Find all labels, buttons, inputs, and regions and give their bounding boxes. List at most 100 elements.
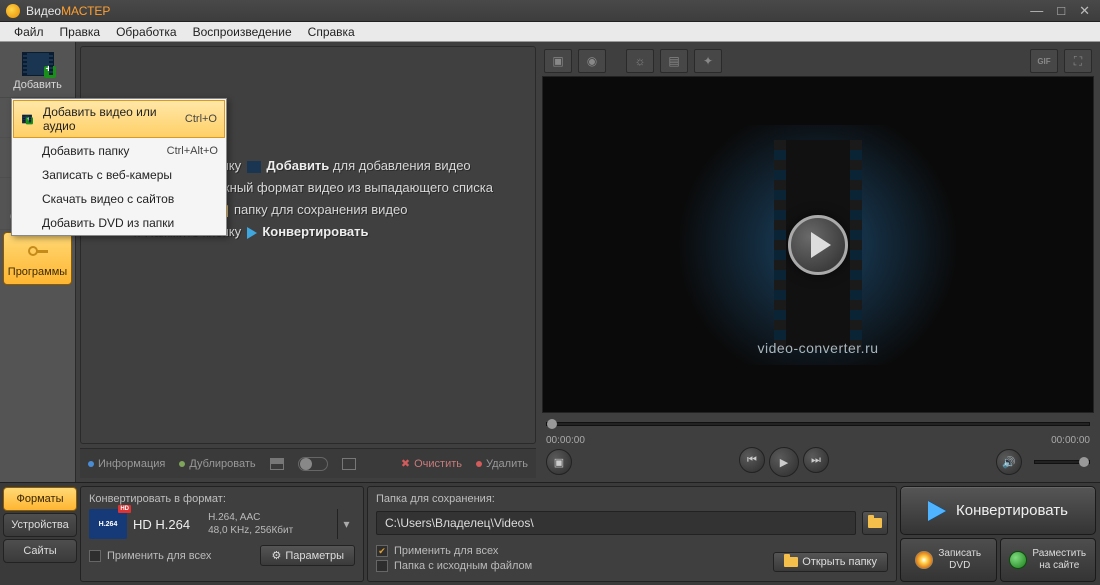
effects-button[interactable]: ▤ <box>660 49 688 73</box>
add-button-label: Добавить <box>13 79 62 91</box>
fullscreen-button[interactable]: ⛶ <box>1064 49 1092 73</box>
tab-devices[interactable]: Устройства <box>3 513 77 537</box>
action-box: Конвертировать ЗаписатьDVD Разместитьна … <box>900 486 1096 582</box>
open-folder-button[interactable]: Открыть папку <box>773 552 888 572</box>
add-button[interactable]: Добавить <box>0 46 75 98</box>
format-box-title: Конвертировать в формат: <box>89 493 355 505</box>
duplicate-icon <box>179 461 185 467</box>
layout-toggle-a[interactable] <box>270 458 284 470</box>
tab-formats[interactable]: Форматы <box>3 487 77 511</box>
menubar: Файл Правка Обработка Воспроизведение Сп… <box>0 22 1100 42</box>
speaker-icon: 🔊 <box>1002 456 1016 469</box>
same-folder-checkbox[interactable]: Папка с исходным файлом <box>376 560 532 572</box>
volume-button[interactable]: 🔊 <box>996 449 1022 475</box>
layout-toggle-c[interactable] <box>342 458 356 470</box>
seek-slider[interactable] <box>546 422 1090 426</box>
tab-sites[interactable]: Сайты <box>3 539 77 563</box>
toggle-icon <box>298 457 328 471</box>
menu-process[interactable]: Обработка <box>108 23 185 41</box>
brightness-button[interactable]: ☼ <box>626 49 654 73</box>
duplicate-button[interactable]: Дублировать <box>179 458 255 470</box>
gear-icon: ⚙ <box>271 549 281 562</box>
programs-button[interactable]: Программы <box>3 232 72 285</box>
parameters-button[interactable]: ⚙ Параметры <box>260 545 355 566</box>
delete-icon <box>476 461 482 467</box>
dd-record-webcam[interactable]: Записать с веб-камеры <box>12 163 226 187</box>
film-add-icon <box>22 115 32 123</box>
save-path-input[interactable]: C:\Users\Владелец\Videos\ <box>376 511 856 535</box>
format-dropdown-arrow[interactable]: ▾ <box>337 509 355 539</box>
dd-add-video-audio[interactable]: Добавить видео или аудио Ctrl+O <box>13 100 225 138</box>
film-add-icon <box>247 161 261 173</box>
film-add-icon <box>22 52 54 76</box>
app-title-suffix: МАСТЕР <box>61 4 110 18</box>
crop-button[interactable]: ▣ <box>544 49 572 73</box>
clear-icon: ✖ <box>401 457 410 470</box>
format-apply-all-checkbox[interactable]: Применить для всех <box>89 550 211 562</box>
fx-icon: ▤ <box>668 54 679 68</box>
save-apply-all-checkbox[interactable]: ✔ Применить для всех <box>376 545 532 557</box>
delete-button[interactable]: Удалить <box>476 458 528 470</box>
info-icon <box>88 461 94 467</box>
format-codec-icon: H.264 HD <box>89 509 127 539</box>
play-arrow-icon <box>247 227 257 239</box>
titlebar: ВидеоМАСТЕР — □ ✕ <box>0 0 1100 22</box>
gif-icon: GIF <box>1037 57 1050 66</box>
publish-button[interactable]: Разместитьна сайте <box>1000 538 1097 582</box>
video-preview[interactable]: video-converter.ru <box>542 76 1094 413</box>
app-title-prefix: Видео <box>26 4 61 18</box>
next-button[interactable]: ⏭ <box>803 447 829 473</box>
dd-add-folder[interactable]: Добавить папку Ctrl+Alt+O <box>12 139 226 163</box>
speed-button[interactable]: ✦ <box>694 49 722 73</box>
convert-button[interactable]: Конвертировать <box>900 486 1096 535</box>
maximize-button[interactable]: □ <box>1057 3 1065 19</box>
prev-button[interactable]: ⏮ <box>739 447 765 473</box>
close-button[interactable]: ✕ <box>1079 3 1090 19</box>
format-name: HD H.264 <box>133 517 190 532</box>
format-selector[interactable]: H.264 HD HD H.264 H.264, AAC 48,0 KHz, 2… <box>89 509 355 539</box>
layout-toggle-b[interactable] <box>298 457 328 471</box>
app-logo-icon <box>6 4 20 18</box>
preview-panel: ▣ ◉ ☼ ▤ ✦ GIF ⛶ video-converter.ru 00:00… <box>540 42 1100 482</box>
gif-button[interactable]: GIF <box>1030 49 1058 73</box>
info-button[interactable]: Информация <box>88 458 165 470</box>
add-dropdown-menu: Добавить видео или аудио Ctrl+O Добавить… <box>11 98 227 236</box>
menu-file[interactable]: Файл <box>6 23 52 41</box>
folder-icon <box>868 518 882 528</box>
time-current: 00:00:00 <box>546 435 585 446</box>
dd-download-web[interactable]: Скачать видео с сайтов <box>12 187 226 211</box>
convert-arrow-icon <box>928 501 946 521</box>
filmstrip-placeholder <box>774 140 862 350</box>
sun-icon: ☼ <box>635 54 646 68</box>
menu-edit[interactable]: Правка <box>52 23 109 41</box>
menu-playback[interactable]: Воспроизведение <box>185 23 300 41</box>
dd-add-dvd[interactable]: Добавить DVD из папки <box>12 211 226 235</box>
monitor-icon: ▣ <box>554 456 564 469</box>
fullscreen-icon: ⛶ <box>1074 54 1082 69</box>
key-icon <box>22 239 54 263</box>
checkbox-icon <box>89 550 101 562</box>
checkbox-checked-icon: ✔ <box>376 545 388 557</box>
disc-icon <box>915 551 933 569</box>
format-box: Конвертировать в формат: H.264 HD HD H.2… <box>80 486 364 582</box>
format-detail-codec: H.264, AAC <box>208 511 293 524</box>
snapshot-button[interactable]: ◉ <box>578 49 606 73</box>
menu-help[interactable]: Справка <box>300 23 363 41</box>
play-button[interactable]: ▶ <box>769 447 799 477</box>
save-box-title: Папка для сохранения: <box>376 493 888 505</box>
checkbox-icon <box>376 560 388 572</box>
screenshot-button[interactable]: ▣ <box>546 449 572 475</box>
content-toolbar: Информация Дублировать ✖Очистить Удалить <box>80 448 536 478</box>
time-total: 00:00:00 <box>1051 435 1090 446</box>
clear-button[interactable]: ✖Очистить <box>401 457 462 470</box>
chevron-down-icon: ▾ <box>343 517 349 531</box>
prev-icon: ⏮ <box>747 454 757 467</box>
burn-dvd-button[interactable]: ЗаписатьDVD <box>900 538 997 582</box>
browse-folder-button[interactable] <box>862 511 888 535</box>
runner-icon: ✦ <box>703 54 713 68</box>
folder-icon <box>784 557 798 567</box>
save-box: Папка для сохранения: C:\Users\Владелец\… <box>367 486 897 582</box>
minimize-button[interactable]: — <box>1030 3 1043 19</box>
volume-slider[interactable] <box>1034 460 1090 464</box>
play-circle-icon <box>788 215 848 275</box>
